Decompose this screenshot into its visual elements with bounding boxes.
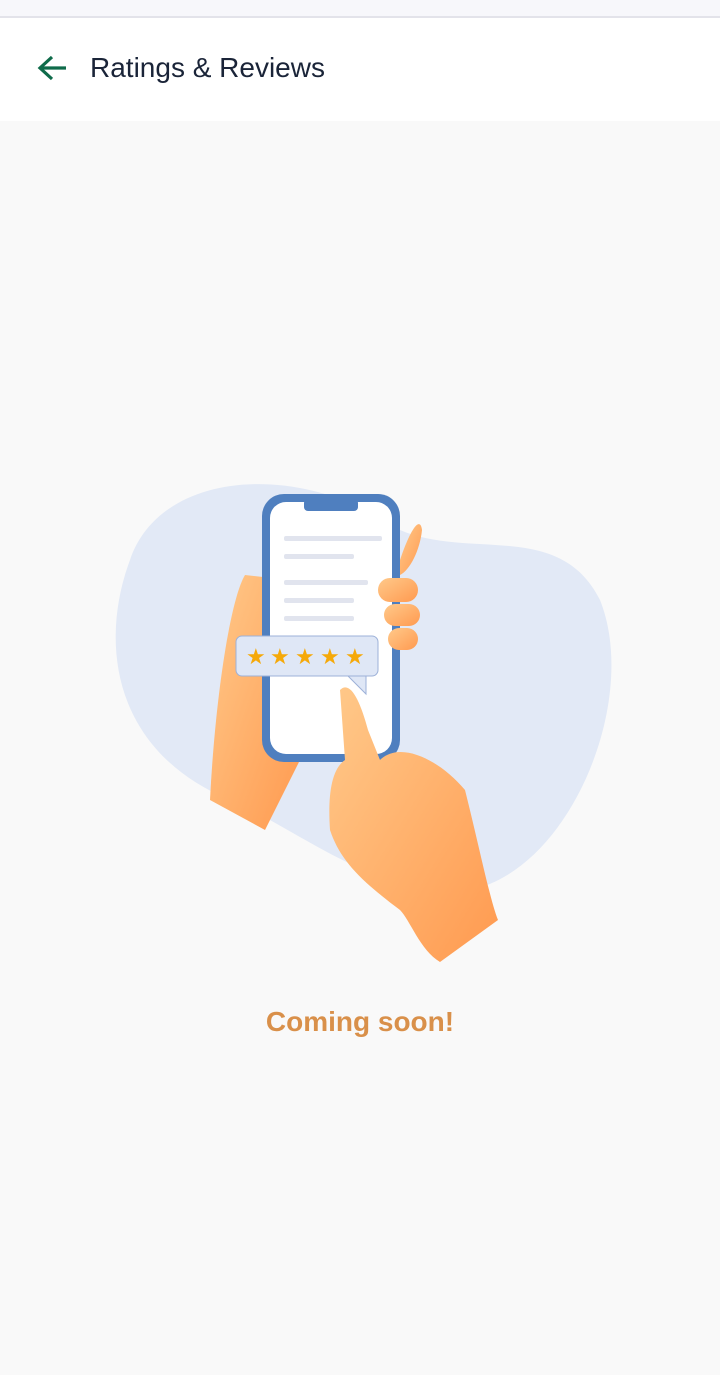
star-icon: ★	[295, 645, 315, 670]
status-strip	[0, 0, 720, 18]
star-icon: ★	[320, 645, 340, 670]
arrow-left-icon	[37, 55, 66, 81]
page-title: Ratings & Reviews	[90, 52, 325, 83]
back-button[interactable]	[34, 52, 70, 88]
coming-soon-message: Coming soon!	[265, 1006, 455, 1037]
review-illustration: ★ ★ ★ ★ ★	[115, 484, 612, 962]
star-icon: ★	[345, 645, 365, 670]
star-icon: ★	[246, 645, 266, 670]
star-icon: ★	[270, 645, 290, 670]
app-bar: Ratings & Reviews	[0, 18, 720, 121]
